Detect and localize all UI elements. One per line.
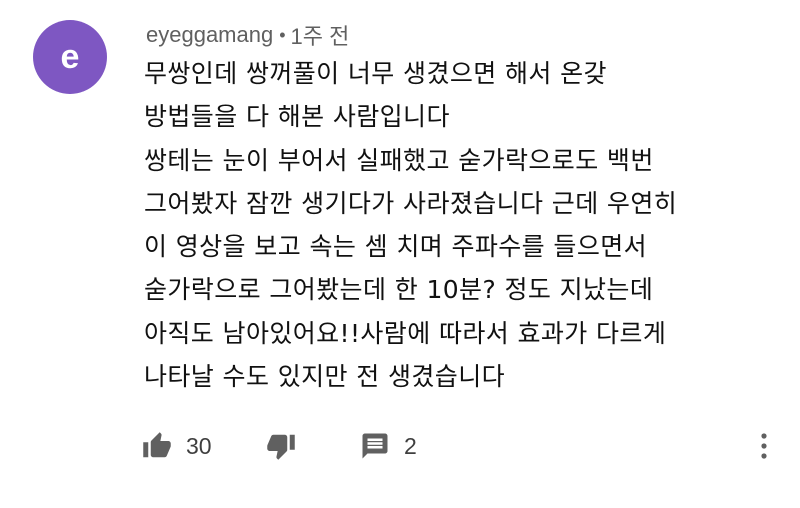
comment-header: eyeggamang • 1주 전 — [146, 18, 349, 52]
comment-time[interactable]: 1주 전 — [291, 19, 350, 51]
author-name[interactable]: eyeggamang — [146, 22, 273, 48]
comment-text-line: 이 영상을 보고 속는 셈 치며 주파수를 들으면서 — [144, 232, 648, 262]
comment-actions: 30 2 — [142, 426, 782, 466]
like-count: 30 — [186, 432, 212, 459]
dislike-button[interactable] — [266, 426, 296, 466]
more-vert-icon — [761, 433, 767, 459]
comment-item: e eyeggamang • 1주 전 무쌍인데 쌍꺼풀이 너무 생겼으면 해서… — [0, 0, 800, 508]
avatar-letter: e — [60, 37, 80, 76]
like-button[interactable]: 30 — [142, 426, 212, 466]
comment-text-line: 쌍테는 눈이 부어서 실패했고 숟가락으로도 백번 — [144, 145, 654, 175]
more-options-button[interactable] — [752, 428, 776, 464]
thumbs-up-icon — [143, 432, 171, 458]
thumbs-down-icon — [267, 434, 295, 460]
comment-text-line: 무쌍인데 쌍꺼풀이 너무 생겼으면 해서 온갖 — [144, 59, 607, 88]
comment-text-line: 숟가락으로 그어봤는데 한 10분? 정도 지났는데 — [144, 275, 654, 305]
comment-text-line: 방법들을 다 해본 사람입니다 — [144, 102, 450, 132]
comment-text-line: 아직도 남아있어요!!사람에 따라서 효과가 다르게 — [144, 318, 667, 348]
meta-separator: • — [279, 24, 286, 45]
comment-icon — [362, 433, 388, 459]
comment-text-line: 그어봤자 잠깐 생기다가 사라졌습니다 근데 우연히 — [144, 188, 678, 218]
comment-text-line: 나타날 수도 있지만 전 생겼습니다 — [144, 362, 505, 392]
comment-text: 무쌍인데 쌍꺼풀이 너무 생겼으면 해서 온갖 방법들을 다 해본 사람입니다 … — [144, 52, 754, 398]
reply-count: 2 — [404, 432, 417, 459]
reply-button[interactable]: 2 — [360, 426, 417, 466]
avatar[interactable]: e — [33, 20, 107, 94]
